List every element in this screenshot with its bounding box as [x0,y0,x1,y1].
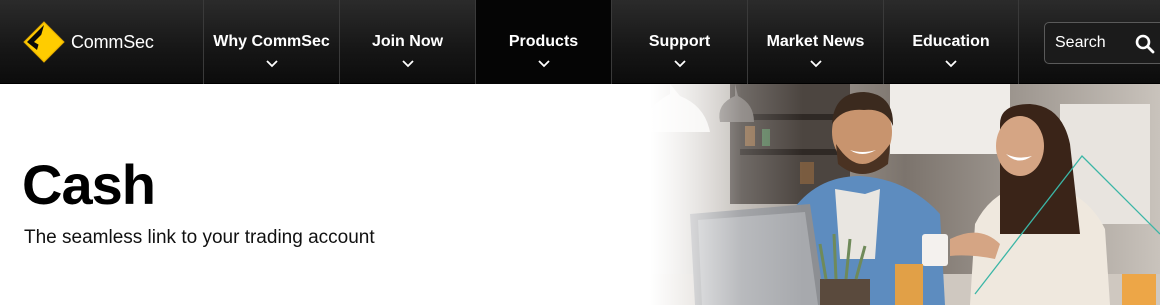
nav-item-market-news[interactable]: Market News [747,0,883,84]
chevron-down-icon [809,60,822,68]
brand-name: CommSec [71,31,154,52]
nav-item-products[interactable]: Products [475,0,611,84]
chevron-down-icon [673,60,686,68]
nav-item-label: Education [912,33,990,50]
chevron-down-icon [537,60,550,68]
nav-item-label: Join Now [371,33,444,50]
chevron-down-icon [401,60,414,68]
nav-item-join-now[interactable]: Join Now [339,0,475,84]
page-title: Cash [22,153,156,216]
search-label: Search [1055,34,1106,51]
search-button[interactable]: Search [1044,22,1160,64]
chevron-down-icon [265,60,278,68]
nav-item-label: Products [508,33,579,50]
nav-item-label: Market News [766,33,865,50]
search-icon [1135,34,1155,54]
chevron-down-icon [945,60,957,68]
nav-item-support[interactable]: Support [611,0,747,84]
main-nav: Why CommSec Join Now Products Support Ma… [203,0,1019,84]
top-navigation-bar: CommSec Why CommSec Join Now Products Su… [0,0,1160,84]
hero-photo [650,84,1160,305]
page-subtitle: The seamless link to your trading accoun… [24,227,375,248]
commbank-diamond-icon [23,21,65,63]
nav-item-why-commsec[interactable]: Why CommSec [203,0,339,84]
nav-item-label: Support [648,33,711,50]
commsec-logo[interactable]: CommSec [22,21,154,63]
nav-item-education[interactable]: Education [883,0,1019,84]
nav-item-label: Why CommSec [213,33,330,50]
hero-banner: Cash The seamless link to your trading a… [0,84,1160,305]
